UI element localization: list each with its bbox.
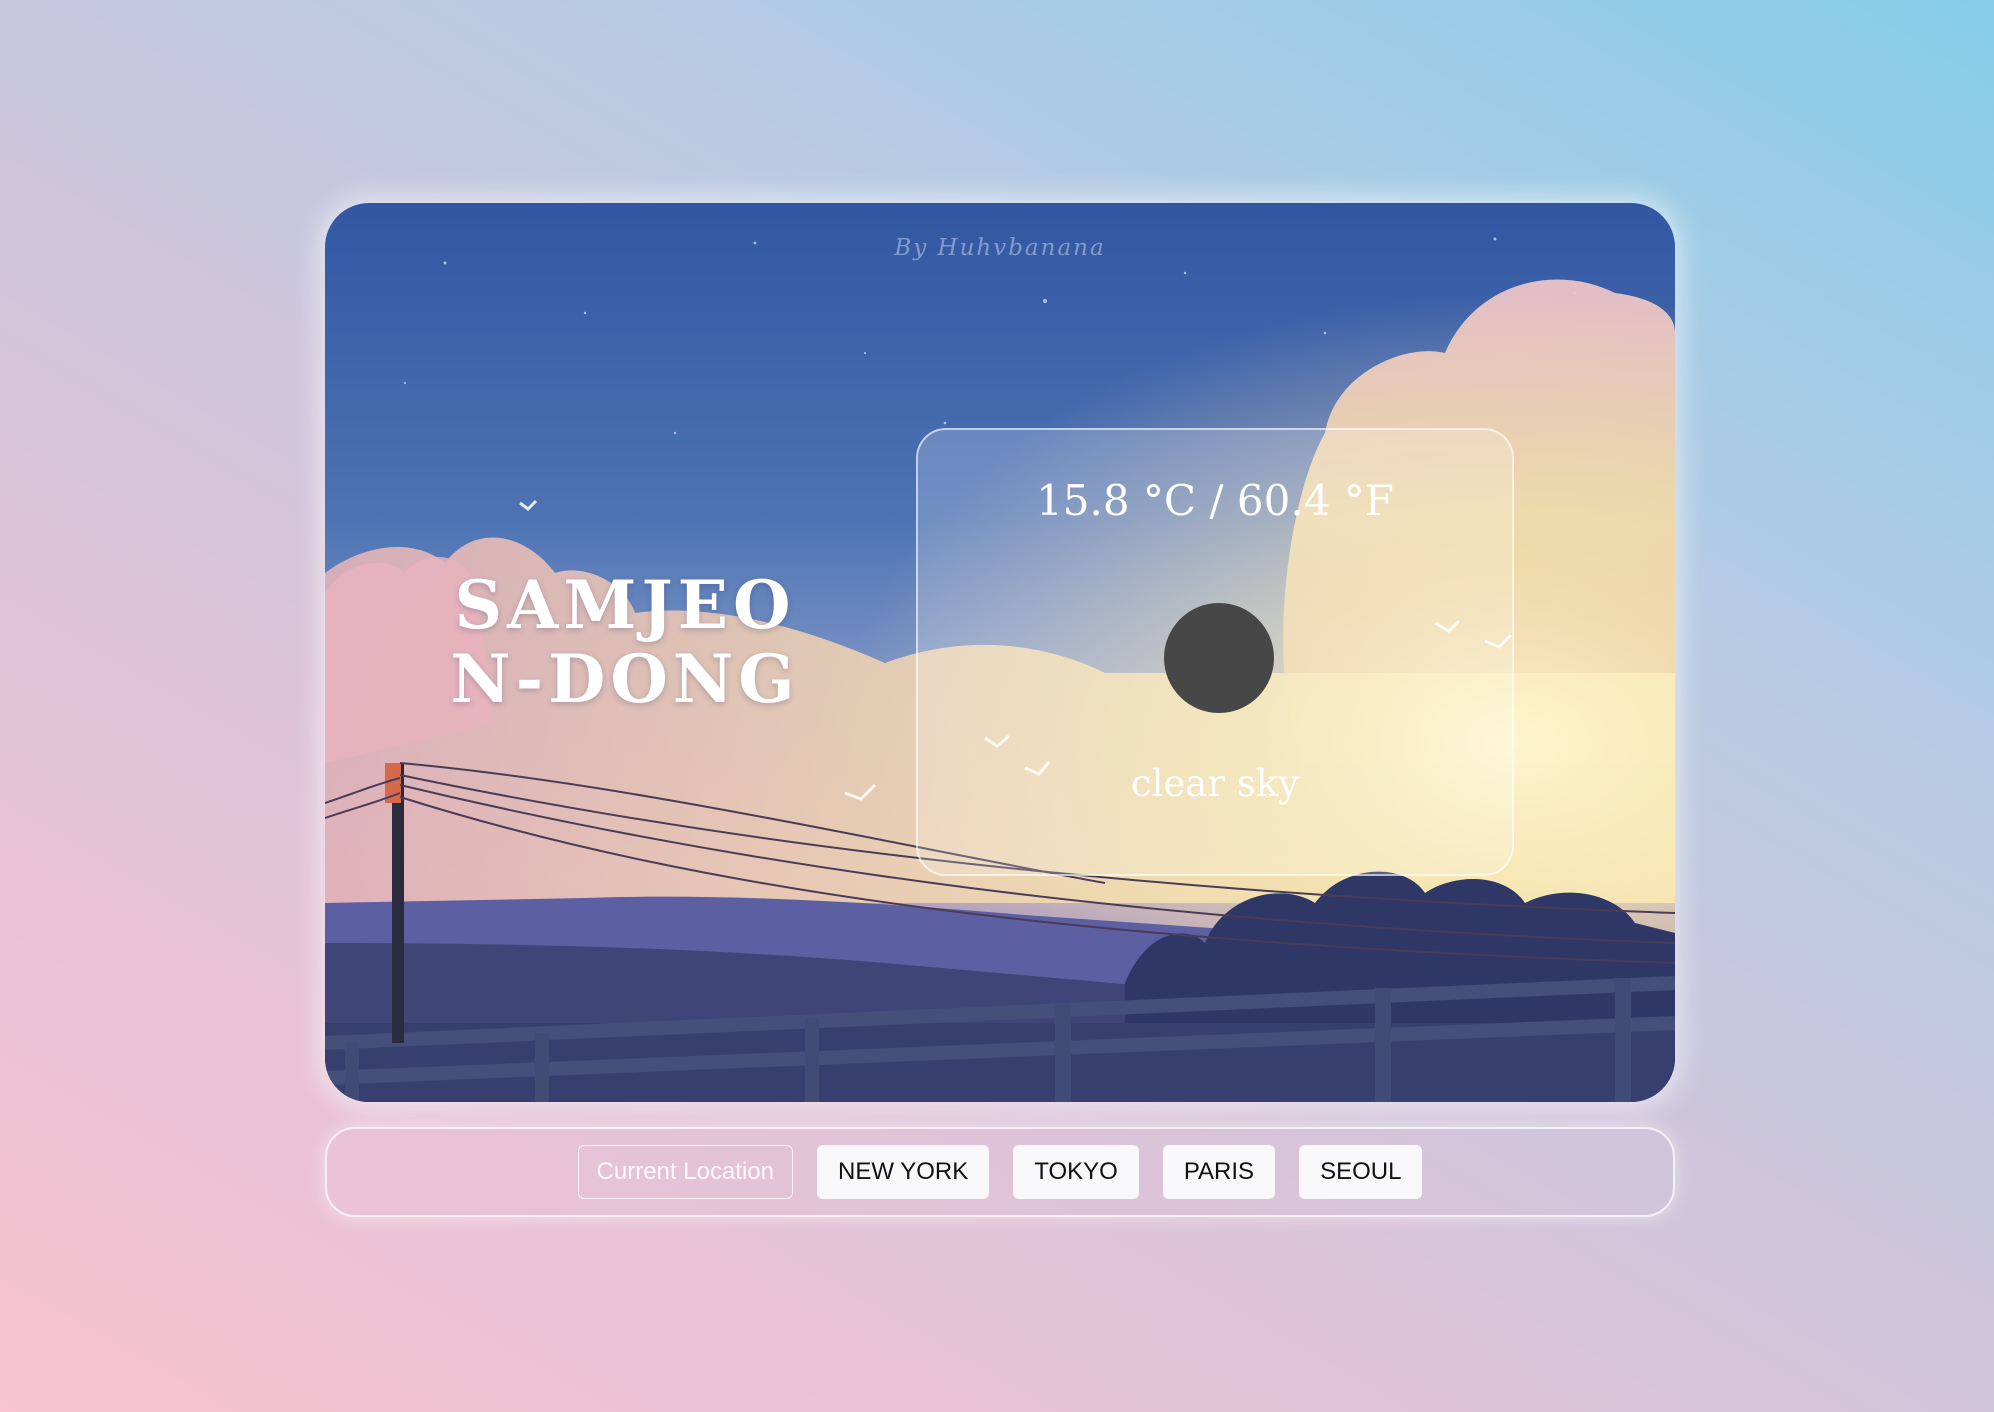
weather-description: clear sky: [1130, 762, 1300, 805]
artist-watermark: By Huhvbanana: [894, 235, 1106, 261]
weather-panel: 15.8 °C / 60.4 °F clear sky: [916, 428, 1514, 876]
city-name: SAMJEON-DONG: [450, 566, 800, 718]
tokyo-button[interactable]: TOKYO: [1013, 1145, 1139, 1199]
current-location-button[interactable]: Current Location: [577, 1145, 793, 1199]
paris-button[interactable]: PARIS: [1162, 1145, 1276, 1199]
new-york-button[interactable]: NEW YORK: [816, 1145, 990, 1199]
seoul-button[interactable]: SEOUL: [1299, 1145, 1423, 1199]
city-selector-bar: Current Location NEW YORK TOKYO PARIS SE…: [325, 1127, 1675, 1217]
temperature-text: 15.8 °C / 60.4 °F: [1036, 476, 1394, 525]
weather-card: By Huhvbanana SAMJEON-DONG 15.8 °C / 60.…: [325, 203, 1675, 1102]
weather-icon: [1164, 603, 1274, 713]
